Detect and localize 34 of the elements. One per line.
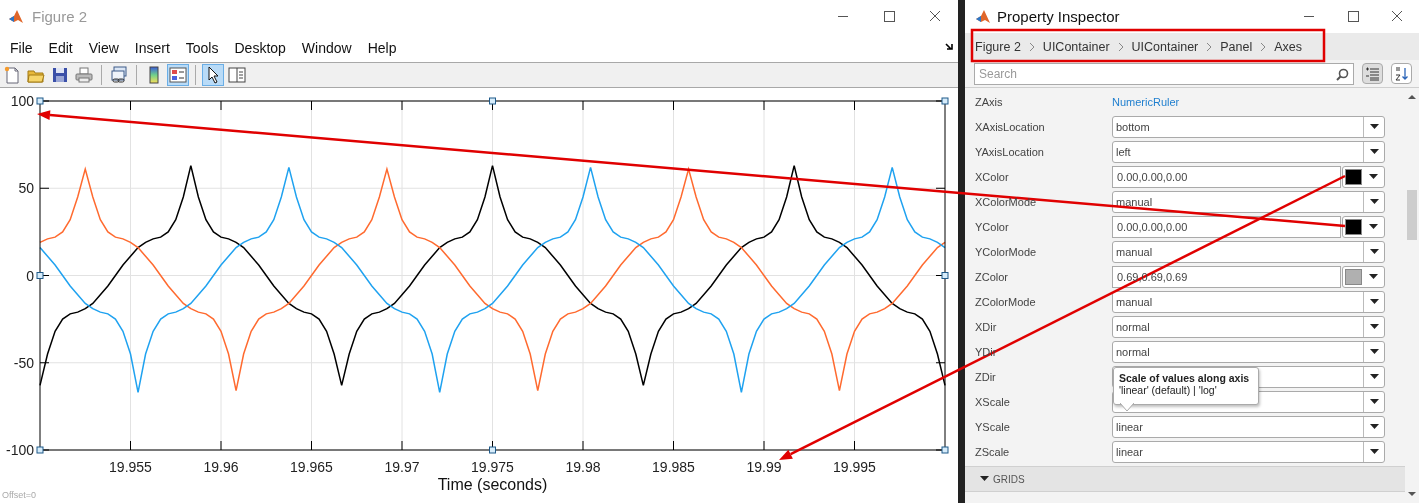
x-tick-label: 19.995 <box>833 459 876 475</box>
property-name: ZAxis <box>975 95 1004 108</box>
x-tick-label: 19.955 <box>109 459 152 475</box>
y-tick-label: -100 <box>5 442 34 458</box>
y-tick-label: 0 <box>26 267 34 284</box>
property-name: ZDir <box>975 370 997 383</box>
offset-label: Offset=0 <box>2 490 37 500</box>
x-tick-label: 19.985 <box>652 459 695 475</box>
property-name: ZScale <box>975 445 1011 458</box>
x-tick-label: 19.97 <box>384 459 420 475</box>
property-name: XScale <box>975 395 1011 408</box>
property-name: YScale <box>975 420 1011 433</box>
x-tick-label: 19.98 <box>565 459 601 475</box>
property-name: XAxisLocation <box>975 120 1046 133</box>
tooltip-text: 'linear' (default) | 'log' <box>1119 384 1217 396</box>
x-tick-label: 19.96 <box>203 459 239 475</box>
tooltip-title: Scale of values along axis <box>1119 372 1251 384</box>
property-name: XColorMode <box>975 195 1038 208</box>
x-tick-label: 19.965 <box>290 459 333 475</box>
x-tick-label: 19.975 <box>471 459 514 475</box>
property-name: YColorMode <box>975 245 1038 258</box>
y-tick-label: 100 <box>10 93 34 109</box>
y-tick-label: -50 <box>13 354 34 371</box>
property-name: ZColorMode <box>975 295 1037 308</box>
property-name: YColor <box>975 220 1010 233</box>
window-title: Property Inspector <box>997 8 1121 25</box>
property-name: XDir <box>975 320 998 333</box>
property-name: XColor <box>975 170 1010 183</box>
window-title: Figure 2 <box>32 8 89 25</box>
property-name: YAxisLocation <box>975 145 1045 158</box>
x-axis-label: Time (seconds) <box>437 476 548 493</box>
x-tick-label: 19.99 <box>746 459 782 475</box>
property-name: ZColor <box>975 270 1009 283</box>
y-tick-label: 50 <box>18 180 34 197</box>
